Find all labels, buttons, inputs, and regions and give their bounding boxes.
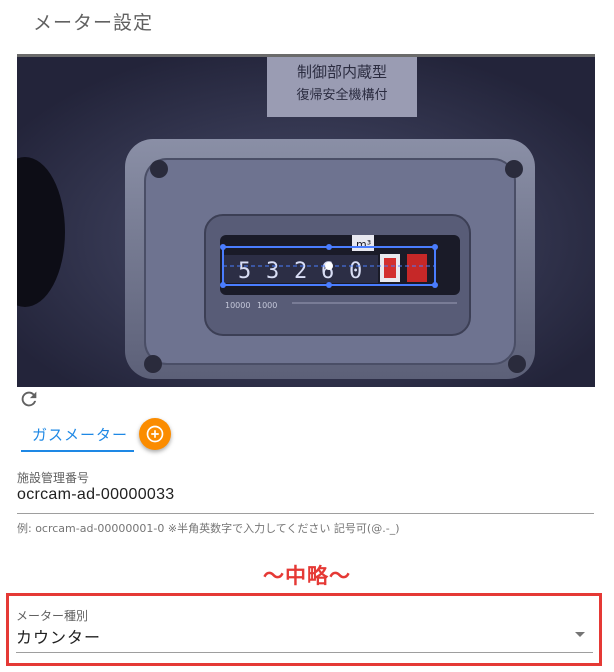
- facility-id-label: 施設管理番号: [17, 471, 90, 485]
- page-title: メーター設定: [33, 12, 154, 34]
- meter-type-underline: [16, 652, 593, 653]
- tab-label: ガスメーター: [32, 426, 129, 444]
- tab-active-indicator: [21, 450, 134, 452]
- plus-circle-icon: [146, 425, 164, 443]
- meter-unit: m³: [356, 238, 371, 251]
- meter-type-select[interactable]: カウンター: [16, 624, 101, 648]
- meter-digit-1: 5: [238, 259, 251, 284]
- meter-digit-2: 3: [266, 259, 279, 284]
- meter-camera-image: 制御部内蔵型 復帰安全機構付 5 3 2 6 0 m³ 10000 1000: [17, 54, 595, 387]
- facility-id-hint: 例: ocrcam-ad-00000001-0 ※半角英数字で入力してください …: [17, 522, 400, 535]
- meter-digit-3: 2: [294, 259, 307, 284]
- meter-digit-5: 0: [349, 259, 362, 284]
- refresh-icon[interactable]: [18, 388, 40, 410]
- signage-line-2: 復帰安全機構付: [296, 87, 387, 103]
- scale-label-2: 1000: [257, 301, 277, 310]
- facility-id-input[interactable]: [17, 486, 589, 504]
- facility-id-underline: [17, 513, 594, 514]
- tab-gas-meter[interactable]: ガスメーター: [21, 418, 134, 452]
- dropdown-arrow-icon[interactable]: [575, 632, 585, 637]
- signage-line-1: 制御部内蔵型: [297, 63, 387, 81]
- meter-type-label: メーター種別: [16, 609, 89, 623]
- omitted-section-note: ～中略～: [263, 564, 351, 588]
- add-meter-button[interactable]: [139, 418, 171, 450]
- scale-label-1: 10000: [225, 301, 250, 310]
